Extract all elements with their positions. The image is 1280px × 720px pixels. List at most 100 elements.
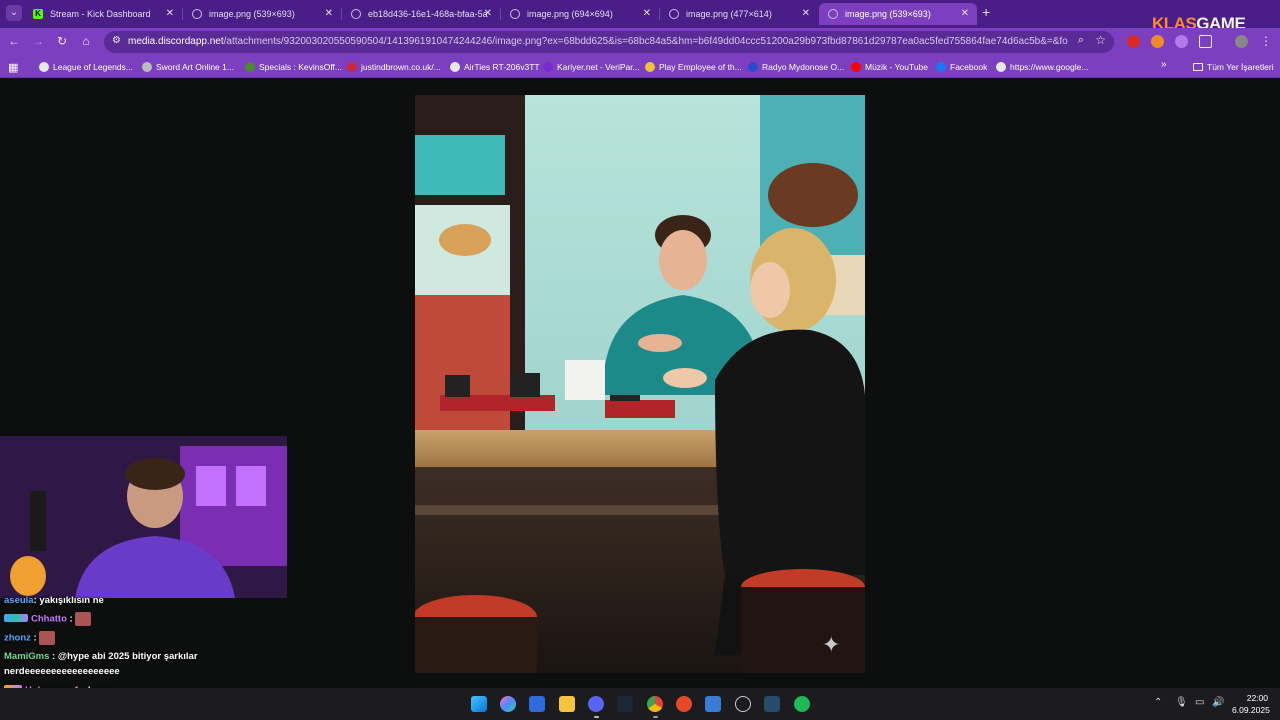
bookmark-item[interactable]: Müzik - YouTube bbox=[851, 56, 928, 78]
bookmark-item[interactable]: Sword Art Online 1... bbox=[142, 56, 234, 78]
copilot-icon[interactable] bbox=[500, 696, 516, 712]
bookmark-star-icon[interactable]: ☆ bbox=[1095, 33, 1106, 47]
emote-icon bbox=[38, 631, 55, 645]
forward-icon[interactable]: → bbox=[30, 34, 46, 48]
bookmark-item[interactable]: League of Legends... bbox=[39, 56, 133, 78]
tab-image-1[interactable]: image.png (539×693) ✕ bbox=[183, 3, 341, 25]
chat-text: : yakışıklısın ne bbox=[33, 595, 104, 606]
all-bookmarks-folder[interactable]: Tüm Yer İşaretleri bbox=[1193, 56, 1274, 78]
tab-image-3[interactable]: image.png (477×614) ✕ bbox=[660, 3, 818, 25]
bookmarks-overflow-icon[interactable]: » bbox=[1161, 59, 1167, 70]
chat-username: MamiGms bbox=[4, 651, 50, 662]
spotify-icon[interactable] bbox=[794, 696, 810, 712]
emote-icon bbox=[74, 612, 91, 626]
tab-uuid[interactable]: eb18d436-16e1-468a-bfaa-5a ✕ bbox=[342, 3, 500, 25]
clock[interactable]: 22:00 6.09.2025 bbox=[1232, 692, 1270, 716]
chrome-icon[interactable] bbox=[647, 696, 663, 712]
close-icon[interactable]: ✕ bbox=[961, 3, 969, 25]
tab-title: image.png (694×694) bbox=[527, 9, 613, 19]
bookmarks-bar: ▦ League of Legends... Sword Art Online … bbox=[0, 56, 1280, 78]
displayed-image[interactable] bbox=[415, 95, 865, 673]
tab-image-active[interactable]: image.png (539×693) ✕ bbox=[819, 3, 977, 25]
apps-grid-icon[interactable]: ▦ bbox=[8, 61, 18, 74]
extension-icon[interactable] bbox=[1151, 35, 1164, 48]
folder-icon bbox=[1193, 63, 1203, 71]
chat-username: aseula bbox=[4, 595, 34, 606]
volume-icon[interactable]: 🔊 bbox=[1212, 697, 1224, 708]
taskbar: ⌃ 🎙 ▭ 🔊 22:00 6.09.2025 bbox=[0, 688, 1280, 720]
chat-message-continued: nerdeeeeeeeeeeeeeeeeee bbox=[4, 666, 120, 677]
tab-strip: ⌄ K Stream - Kick Dashboard ✕ image.png … bbox=[0, 0, 1280, 33]
menu-kebab-icon[interactable]: ⋮ bbox=[1258, 34, 1274, 48]
app-icon[interactable] bbox=[676, 696, 692, 712]
globe-icon bbox=[192, 9, 202, 19]
extension-icon[interactable] bbox=[1175, 35, 1188, 48]
chat-text: : bbox=[66, 613, 73, 625]
address-bar[interactable]: ⚙ media.discordapp.net/attachments/93200… bbox=[104, 31, 1114, 53]
all-bookmarks-label: Tüm Yer İşaretleri bbox=[1207, 62, 1274, 72]
close-icon[interactable]: ✕ bbox=[484, 3, 492, 25]
kick-icon: K bbox=[33, 9, 43, 19]
chat-username: Chhatto bbox=[31, 613, 67, 625]
extension-icon[interactable] bbox=[1127, 35, 1140, 48]
url-text: media.discordapp.net/attachments/9320030… bbox=[128, 31, 1068, 53]
chat-message: zhonz : bbox=[4, 631, 55, 645]
close-icon[interactable]: ✕ bbox=[325, 3, 333, 25]
close-icon[interactable]: ✕ bbox=[643, 3, 651, 25]
url-path: /attachments/932003020550590504/14139619… bbox=[223, 36, 1068, 47]
tab-image-2[interactable]: image.png (694×694) ✕ bbox=[501, 3, 659, 25]
close-icon[interactable]: ✕ bbox=[802, 3, 810, 25]
chat-message: aseula: yakışıklısın ne bbox=[4, 595, 104, 606]
chat-text: : @hype abi 2025 bitiyor şarkılar bbox=[49, 651, 198, 662]
steam-icon[interactable] bbox=[617, 696, 633, 712]
chat-username: zhonz bbox=[4, 632, 31, 644]
steam-icon[interactable] bbox=[764, 696, 780, 712]
zoom-icon[interactable]: ⌕ bbox=[1078, 34, 1084, 47]
globe-icon bbox=[828, 9, 838, 19]
home-icon[interactable]: ⌂ bbox=[78, 34, 94, 48]
bookmark-item[interactable]: Radyo Mydonose O... bbox=[748, 56, 844, 78]
discord-icon[interactable] bbox=[588, 696, 604, 712]
bookmark-item[interactable]: https://www.google... bbox=[996, 56, 1088, 78]
file-explorer-icon[interactable] bbox=[559, 696, 575, 712]
webcam-overlay bbox=[0, 436, 287, 598]
chat-text: nerdeeeeeeeeeeeeeeeeee bbox=[4, 666, 120, 677]
tab-title: eb18d436-16e1-468a-bfaa-5a bbox=[368, 9, 488, 19]
tab-title: Stream - Kick Dashboard bbox=[50, 9, 151, 19]
store-icon[interactable] bbox=[529, 696, 545, 712]
chat-message: Chhatto : bbox=[4, 612, 91, 626]
tab-search-button[interactable]: ⌄ bbox=[6, 5, 22, 21]
tray-overflow-icon[interactable]: ⌃ bbox=[1154, 697, 1162, 708]
sparkle-icon: ✦ bbox=[822, 632, 841, 657]
url-host: media.discordapp.net bbox=[128, 36, 224, 47]
microphone-icon[interactable]: 🎙 bbox=[1175, 697, 1188, 708]
reload-icon[interactable]: ↻ bbox=[54, 34, 70, 48]
photos-icon[interactable] bbox=[705, 696, 721, 712]
site-info-icon[interactable]: ⚙ bbox=[112, 35, 121, 46]
windows-start-icon[interactable] bbox=[471, 696, 487, 712]
back-icon[interactable]: ← bbox=[6, 34, 22, 48]
profile-avatar[interactable] bbox=[1235, 35, 1248, 48]
globe-icon bbox=[669, 9, 679, 19]
bookmark-item[interactable]: Kariyer.net - VeriPar... bbox=[543, 56, 640, 78]
webcam-illustration bbox=[0, 436, 287, 598]
bookmark-item[interactable]: justindbrown.co.uk/... bbox=[347, 56, 441, 78]
bookmark-item[interactable]: AirTies RT-206v3TT bbox=[450, 56, 540, 78]
clock-date: 6.09.2025 bbox=[1232, 705, 1270, 715]
toolbar: ← → ↻ ⌂ ⚙ media.discordapp.net/attachmen… bbox=[0, 28, 1280, 56]
bookmark-item[interactable]: Facebook bbox=[936, 56, 987, 78]
network-icon[interactable]: ▭ bbox=[1195, 697, 1204, 708]
close-icon[interactable]: ✕ bbox=[166, 3, 174, 25]
tab-kick-dashboard[interactable]: K Stream - Kick Dashboard ✕ bbox=[24, 3, 182, 25]
tab-title: image.png (477×614) bbox=[686, 9, 772, 19]
clock-time: 22:00 bbox=[1246, 693, 1268, 703]
extensions-puzzle-icon[interactable] bbox=[1199, 35, 1212, 48]
chat-message: MamiGms : @hype abi 2025 bitiyor şarkıla… bbox=[4, 651, 198, 662]
new-tab-button[interactable]: + bbox=[982, 4, 990, 20]
bookmark-item[interactable]: Play Employee of th... bbox=[645, 56, 742, 78]
tab-title: image.png (539×693) bbox=[209, 9, 295, 19]
badge-icon bbox=[4, 613, 28, 622]
bookmark-item[interactable]: Specials : KevinsOff... bbox=[245, 56, 342, 78]
obs-icon[interactable] bbox=[735, 696, 751, 712]
photo-illustration bbox=[415, 95, 865, 673]
